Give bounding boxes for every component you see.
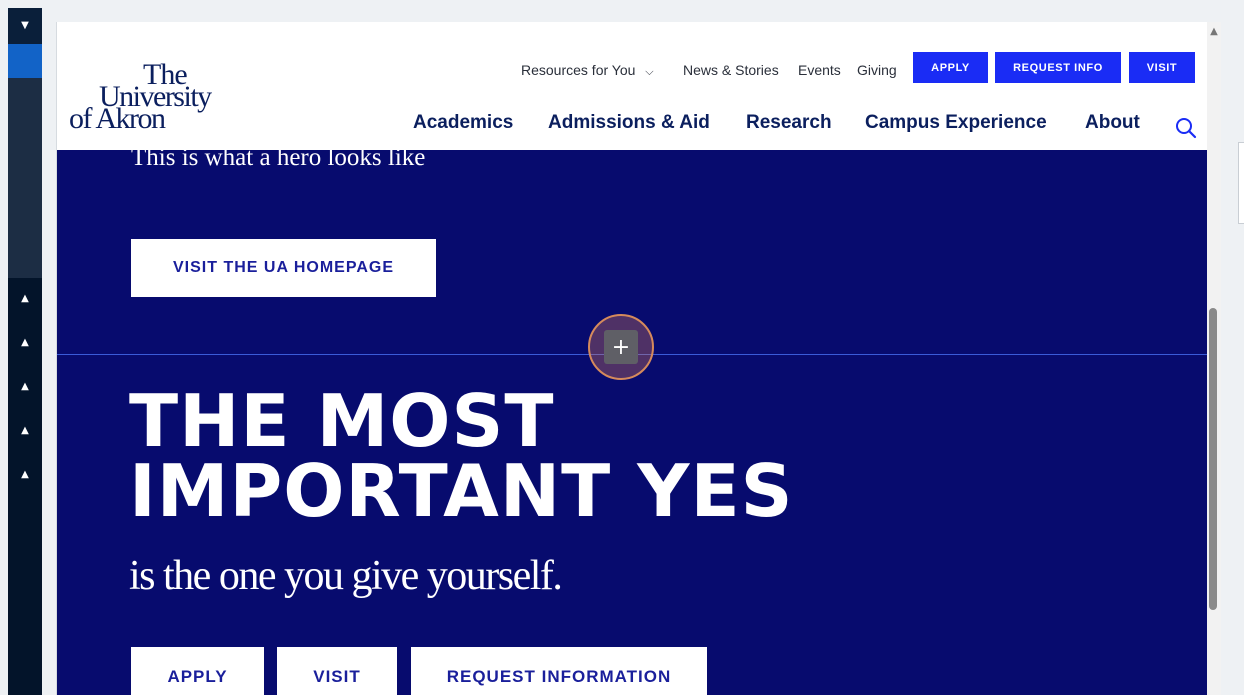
editor-rail: ▼ ▲ ▲ ▲ ▲ ▲ xyxy=(8,8,42,695)
collapse-caret-down-icon[interactable]: ▼ xyxy=(8,10,42,40)
utility-nav-events[interactable]: Events xyxy=(798,62,841,78)
expand-caret-up-icon[interactable]: ▲ xyxy=(8,283,42,313)
hero-section: This is what a hero looks like VISIT THE… xyxy=(57,144,1208,695)
scrollbar[interactable]: ▲ xyxy=(1207,22,1221,695)
hero-visit-button[interactable]: VISIT xyxy=(277,647,397,695)
utility-nav-news[interactable]: News & Stories xyxy=(683,62,779,78)
headline-line-2: IMPORTANT YES xyxy=(129,449,794,533)
nav-research[interactable]: Research xyxy=(746,112,832,134)
expand-caret-up-icon[interactable]: ▲ xyxy=(8,415,42,445)
request-info-button[interactable]: REQUEST INFO xyxy=(995,52,1121,83)
rail-top-segment: ▼ xyxy=(8,8,42,44)
headline-line-1: THE MOST xyxy=(129,379,555,463)
hero-tagline: This is what a hero looks like xyxy=(131,144,426,171)
rail-section-segment xyxy=(8,78,42,278)
nav-about[interactable]: About xyxy=(1085,112,1140,134)
scroll-up-arrow-icon[interactable]: ▲ xyxy=(1207,22,1221,40)
logo-line-of-akron: of Akron xyxy=(69,102,166,135)
search-icon[interactable] xyxy=(1175,117,1197,139)
expand-caret-up-icon[interactable]: ▲ xyxy=(8,459,42,489)
utility-nav-giving[interactable]: Giving xyxy=(857,62,897,78)
visit-button[interactable]: VISIT xyxy=(1129,52,1195,83)
nav-campus-experience[interactable]: Campus Experience xyxy=(865,112,1047,134)
site-header: The University of Akron Resources for Yo… xyxy=(57,22,1208,150)
utility-nav-resources-label: Resources for You xyxy=(521,62,636,78)
chevron-down-icon: ⌵ xyxy=(645,66,654,78)
nav-academics[interactable]: Academics xyxy=(413,112,513,134)
scrollbar-thumb[interactable] xyxy=(1209,308,1217,610)
utility-nav-resources[interactable]: Resources for You ⌵ xyxy=(521,62,654,79)
rail-active-segment[interactable] xyxy=(8,44,42,78)
hero-apply-button[interactable]: APPLY xyxy=(131,647,264,695)
plus-icon: + xyxy=(604,330,638,364)
hero-subline: is the one you give yourself. xyxy=(129,553,563,599)
nav-admissions-aid[interactable]: Admissions & Aid xyxy=(548,112,710,134)
add-section-button[interactable]: + xyxy=(588,314,654,380)
expand-caret-up-icon[interactable]: ▲ xyxy=(8,371,42,401)
apply-button[interactable]: APPLY xyxy=(913,52,988,83)
side-panel-tab[interactable] xyxy=(1238,142,1244,224)
visit-homepage-button[interactable]: VISIT THE UA HOMEPAGE xyxy=(131,239,436,297)
university-logo[interactable]: The University of Akron xyxy=(69,60,239,138)
hero-headline: THE MOST IMPORTANT YES xyxy=(129,379,794,533)
hero-request-information-button[interactable]: REQUEST INFORMATION xyxy=(411,647,707,695)
expand-caret-up-icon[interactable]: ▲ xyxy=(8,327,42,357)
